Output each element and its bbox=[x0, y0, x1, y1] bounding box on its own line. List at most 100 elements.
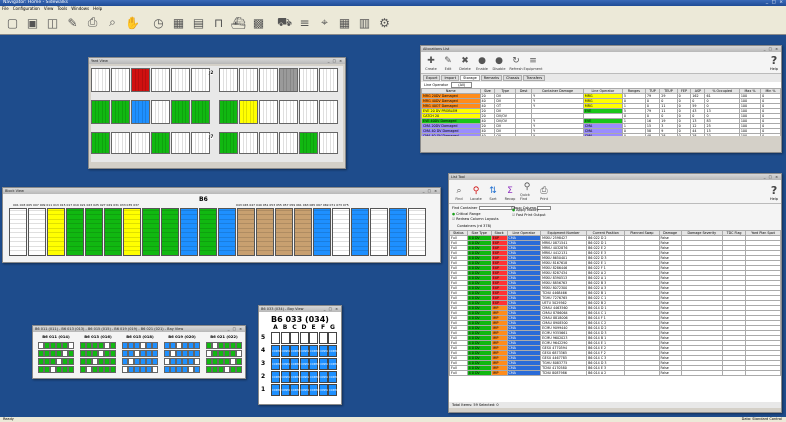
group-column-select[interactable] bbox=[537, 206, 552, 210]
bay-slot[interactable] bbox=[68, 342, 74, 349]
bay-slot[interactable] bbox=[62, 358, 68, 365]
yard-view-controls[interactable]: _ □ × bbox=[328, 58, 343, 64]
bay-slot[interactable] bbox=[152, 350, 158, 357]
bay-slot[interactable] bbox=[230, 366, 236, 373]
bay-slot[interactable] bbox=[212, 350, 218, 357]
bay-slot[interactable] bbox=[38, 366, 44, 373]
bay-slot[interactable] bbox=[110, 342, 116, 349]
bay-slot[interactable]: CONTA bbox=[309, 384, 319, 396]
bay-slot[interactable] bbox=[218, 350, 224, 357]
yard-block[interactable] bbox=[131, 68, 150, 92]
bay-slot[interactable] bbox=[122, 358, 128, 365]
bay-slot[interactable] bbox=[194, 342, 200, 349]
bay-slot[interactable] bbox=[152, 366, 158, 373]
bay-slot[interactable] bbox=[44, 342, 50, 349]
bay-slot[interactable] bbox=[134, 350, 140, 357]
bay-slot[interactable] bbox=[80, 350, 86, 357]
tab-chassis[interactable]: Chassis bbox=[503, 75, 523, 81]
yard-block[interactable] bbox=[191, 132, 210, 154]
bay-slot[interactable] bbox=[218, 358, 224, 365]
bay-slot[interactable] bbox=[56, 366, 62, 373]
bay-slot[interactable] bbox=[80, 366, 86, 373]
bay-slot[interactable] bbox=[86, 366, 92, 373]
bay-slot[interactable]: CONTA bbox=[271, 358, 281, 370]
bay-slot[interactable] bbox=[50, 350, 56, 357]
table-row[interactable]: Full 4 0 DV IMP CMA TCNU 8087986 B6 014 A 2 Fa… bbox=[449, 370, 781, 376]
yard-block[interactable] bbox=[151, 68, 170, 92]
bay-slot[interactable] bbox=[182, 342, 188, 349]
yard-block[interactable] bbox=[219, 132, 238, 154]
bay-slot[interactable] bbox=[164, 342, 170, 349]
yard-block[interactable] bbox=[239, 68, 258, 92]
bay-slot[interactable] bbox=[122, 366, 128, 373]
block-row[interactable] bbox=[66, 208, 84, 256]
bay-slot[interactable] bbox=[206, 366, 212, 373]
bay-slot[interactable] bbox=[140, 350, 146, 357]
block-row[interactable] bbox=[85, 208, 103, 256]
bay-slot[interactable] bbox=[212, 358, 218, 365]
truck-icon[interactable]: ⛟ bbox=[276, 14, 293, 31]
bay-slot[interactable] bbox=[134, 366, 140, 373]
bay-slot[interactable] bbox=[236, 366, 242, 373]
bay-slot[interactable] bbox=[98, 358, 104, 365]
block-row[interactable] bbox=[28, 208, 46, 256]
bay-slot[interactable] bbox=[110, 366, 116, 373]
bay-slot[interactable]: CONTA bbox=[280, 345, 290, 357]
yard-block[interactable] bbox=[151, 132, 170, 154]
yard-block[interactable] bbox=[131, 132, 150, 154]
list-tool-controls[interactable]: _ □ × bbox=[764, 174, 779, 180]
bay-slot[interactable] bbox=[236, 342, 242, 349]
bay-slot[interactable]: CONTA bbox=[299, 384, 309, 396]
yard-block[interactable] bbox=[171, 132, 190, 154]
allocations-controls[interactable]: _ □ × bbox=[764, 46, 779, 52]
bay-slot[interactable]: CONTA bbox=[290, 358, 300, 370]
print-button[interactable]: ⎙ Print bbox=[537, 185, 551, 201]
bay-slot[interactable] bbox=[206, 358, 212, 365]
bay-slot[interactable] bbox=[128, 358, 134, 365]
yard-block[interactable] bbox=[91, 132, 110, 154]
edit-button[interactable]: ✎ Edit bbox=[441, 55, 455, 71]
bay-slot[interactable] bbox=[128, 366, 134, 373]
bay-slot[interactable] bbox=[224, 342, 230, 349]
find-button[interactable]: ⌕ Find bbox=[452, 185, 466, 201]
bay-slot[interactable] bbox=[176, 358, 182, 365]
bay-slot[interactable] bbox=[170, 366, 176, 373]
help-button[interactable]: ? Help bbox=[770, 185, 778, 202]
yard-block[interactable] bbox=[259, 100, 278, 124]
bay-slot[interactable] bbox=[146, 358, 152, 365]
bay-slot[interactable]: CONTA bbox=[290, 371, 300, 383]
bay-slot[interactable] bbox=[182, 350, 188, 357]
bay-slot[interactable]: CONTA bbox=[309, 345, 319, 357]
yard-block[interactable] bbox=[219, 68, 238, 92]
bay-slot[interactable] bbox=[140, 342, 146, 349]
bay-slot[interactable]: CONTA bbox=[318, 358, 328, 370]
bay-slot[interactable] bbox=[224, 358, 230, 365]
bay-slot[interactable]: CONTA bbox=[280, 358, 290, 370]
bay-slot[interactable] bbox=[98, 350, 104, 357]
enable-button[interactable]: ● Enable bbox=[475, 55, 489, 71]
recap-button[interactable]: Σ Recap bbox=[503, 185, 517, 201]
option-checkbox[interactable]: ☑Fast Print Output bbox=[512, 213, 546, 217]
search-icon[interactable]: ⌕ bbox=[104, 14, 121, 31]
bay-slot[interactable] bbox=[104, 366, 110, 373]
bay-slot[interactable]: CONTA bbox=[299, 371, 309, 383]
bay-slot[interactable] bbox=[50, 366, 56, 373]
bay-slot[interactable] bbox=[98, 366, 104, 373]
bay-slot[interactable] bbox=[182, 366, 188, 373]
container-icon[interactable]: ▦ bbox=[170, 14, 187, 31]
bay-slot[interactable] bbox=[80, 342, 86, 349]
bay-slot[interactable]: CONTA bbox=[290, 345, 300, 357]
bay-slot[interactable] bbox=[206, 350, 212, 357]
bay-slot[interactable]: CONTA bbox=[280, 384, 290, 396]
yard-block[interactable] bbox=[319, 132, 338, 154]
bay-slot[interactable] bbox=[104, 342, 110, 349]
bay-slot[interactable] bbox=[86, 358, 92, 365]
bay-slot[interactable] bbox=[146, 366, 152, 373]
bay-slot[interactable] bbox=[299, 332, 309, 344]
block-row[interactable] bbox=[199, 208, 217, 256]
bay-slot[interactable] bbox=[236, 358, 242, 365]
option-checkbox[interactable]: ●Critical Range bbox=[452, 212, 481, 216]
list-tool-titlebar[interactable]: List Tool _ □ × bbox=[449, 174, 781, 180]
bay-slot[interactable]: CONTA bbox=[328, 384, 338, 396]
bay-slot[interactable] bbox=[170, 350, 176, 357]
